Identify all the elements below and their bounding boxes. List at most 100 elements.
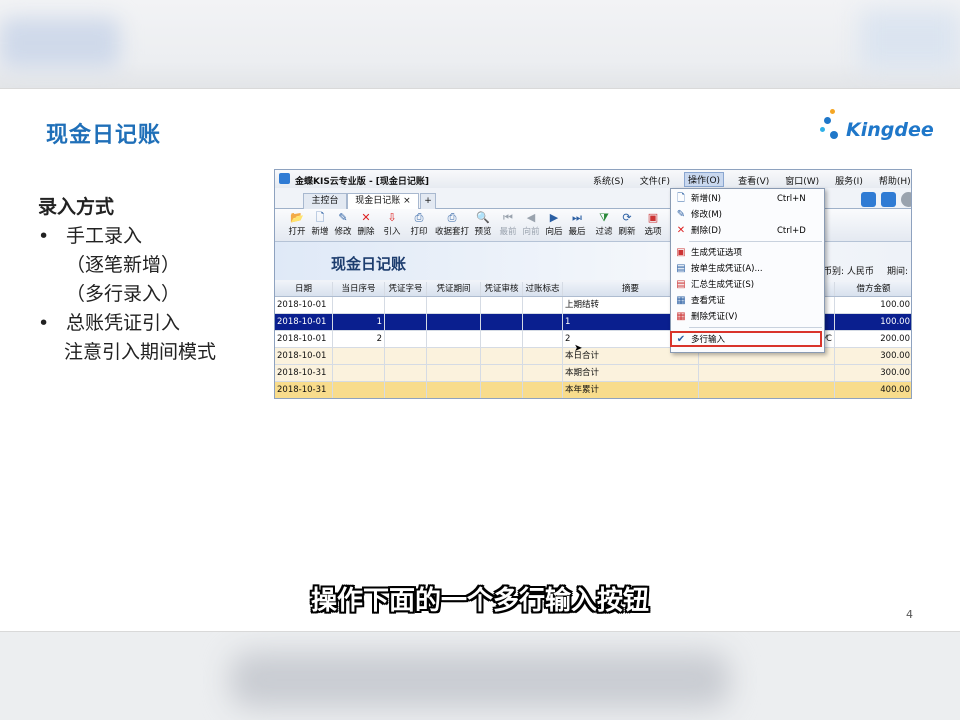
table-row[interactable]: 2018-10-31 本期合计 300.00 [275,365,911,382]
cell-seq[interactable] [333,297,385,313]
cell-seq[interactable] [333,365,385,381]
single-voucher-icon: ▤ [676,263,686,274]
cell-empty[interactable] [427,314,481,330]
table-row[interactable]: 2018-10-31 本年累计 400.00 [275,382,911,398]
cell-date[interactable]: 2018-10-31 [275,365,333,381]
cell-empty[interactable] [481,382,523,398]
menu-item-delete[interactable]: ✕ 删除(D) Ctrl+D [671,223,824,239]
delete-button[interactable]: ✕ 删除 [354,211,378,237]
view-voucher-icon: ▦ [676,295,686,306]
cell-empty[interactable] [481,314,523,330]
cell-empty[interactable] [385,297,427,313]
cell-empty[interactable] [523,314,563,330]
col-daily-seq[interactable]: 当日序号 [333,282,385,296]
tab-main-console[interactable]: 主控台 [303,193,347,209]
next-button[interactable]: ▶ 向后 [543,211,565,237]
col-voucher-period[interactable]: 凭证期间 [427,282,481,296]
import-button[interactable]: ⇩ 引入 [381,211,403,237]
new-button[interactable]: 🗋 新增 [308,211,332,237]
cell-empty[interactable] [481,348,523,364]
print-button[interactable]: ⎙ 打印 [408,211,430,237]
cell-debit-amount[interactable]: 300.00 [835,348,911,364]
period-label: 期间: [887,267,909,277]
cell-extra[interactable] [699,365,835,381]
cell-empty[interactable] [523,348,563,364]
col-debit-amount[interactable]: 借方金额 [835,282,911,296]
cell-empty[interactable] [385,314,427,330]
cell-empty[interactable] [523,382,563,398]
last-button[interactable]: ⏭ 最后 [566,211,588,237]
cell-date[interactable]: 2018-10-01 [275,348,333,364]
cell-date[interactable]: 2018-10-31 [275,382,333,398]
open-icon: 📂 [290,211,304,224]
cell-date[interactable]: 2018-10-01 [275,314,333,330]
edit-icon: ✎ [338,211,348,224]
cell-empty[interactable] [427,331,481,347]
cell-seq[interactable]: 1 [333,314,385,330]
cell-seq[interactable] [333,348,385,364]
kis-cloud-icon[interactable] [861,192,876,207]
receipt-print-button[interactable]: ⎙ 收据套打 [431,211,473,237]
cell-debit-amount[interactable]: 400.00 [835,382,911,398]
menu-view[interactable]: 查看(V) [736,174,771,187]
cell-summary[interactable]: 本年累计 [563,382,699,398]
options-button[interactable]: ▣ 选项 [642,211,664,237]
prev-button[interactable]: ◀ 向前 [520,211,542,237]
cell-empty[interactable] [481,365,523,381]
bullet-list: 录入方式 手工录入 （逐笔新增） （多行录入） 总账凭证引入 注意引入期间模式 [38,193,216,367]
cell-date[interactable]: 2018-10-01 [275,331,333,347]
cell-extra[interactable] [699,382,835,398]
cell-debit-amount[interactable]: 200.00 [835,331,911,347]
cell-empty[interactable] [481,297,523,313]
cell-empty[interactable] [523,331,563,347]
cell-seq[interactable]: 2 [333,331,385,347]
first-icon: ⏮ [503,211,513,224]
cell-debit-amount[interactable]: 300.00 [835,365,911,381]
menu-system[interactable]: 系统(S) [591,174,626,187]
cell-empty[interactable] [427,382,481,398]
menu-service[interactable]: 服务(I) [833,174,865,187]
cell-empty[interactable] [427,297,481,313]
open-button[interactable]: 📂 打开 [285,211,309,237]
menu-item-delete-voucher[interactable]: ▦ 删除凭证(V) [671,309,824,325]
first-button[interactable]: ⏮ 最前 [497,211,519,237]
preview-button[interactable]: 🔍 预览 [472,211,494,237]
user-icon[interactable] [901,192,911,207]
col-posting-flag[interactable]: 过账标志 [523,282,563,296]
cell-debit-amount[interactable]: 100.00 [835,314,911,330]
cell-empty[interactable] [385,365,427,381]
edit-button[interactable]: ✎ 修改 [331,211,355,237]
menu-item-view-voucher[interactable]: ▦ 查看凭证 [671,293,824,309]
menu-operation[interactable]: 操作(O) [683,172,725,187]
cell-empty[interactable] [427,365,481,381]
cell-empty[interactable] [523,365,563,381]
col-voucher-audit[interactable]: 凭证审核 [481,282,523,296]
cell-empty[interactable] [385,382,427,398]
cell-empty[interactable] [427,348,481,364]
col-voucher-no[interactable]: 凭证字号 [385,282,427,296]
add-tab-icon[interactable]: + [420,193,436,209]
refresh-button[interactable]: ⟳ 刷新 [616,211,638,237]
menu-item-edit[interactable]: ✎ 修改(M) [671,207,824,223]
cell-date[interactable]: 2018-10-01 [275,297,333,313]
cell-empty[interactable] [385,331,427,347]
menu-help[interactable]: 帮助(H) [877,174,911,187]
edit-icon: ✎ [676,209,686,220]
cell-empty[interactable] [385,348,427,364]
cloud-sync-icon[interactable] [881,192,896,207]
menu-item-new[interactable]: 🗋 新增(N) Ctrl+N [671,191,824,207]
filter-button[interactable]: ⧩ 过滤 [593,211,615,237]
cell-summary[interactable]: 本期合计 [563,365,699,381]
cell-debit-amount[interactable]: 100.00 [835,297,911,313]
menu-item-summary-voucher[interactable]: ▤ 汇总生成凭证(S) [671,277,824,293]
cell-empty[interactable] [481,331,523,347]
col-date[interactable]: 日期 [275,282,333,296]
cell-seq[interactable] [333,382,385,398]
menu-window[interactable]: 窗口(W) [783,174,821,187]
cell-empty[interactable] [523,297,563,313]
tab-cash-journal[interactable]: 现金日记账 × [347,193,419,209]
menu-file[interactable]: 文件(F) [638,174,672,187]
menu-item-single-voucher[interactable]: ▤ 按单生成凭证(A)... [671,261,824,277]
menu-item-generate-options[interactable]: ▣ 生成凭证选项 [671,245,824,261]
logo-text: Kingdee [846,119,934,141]
